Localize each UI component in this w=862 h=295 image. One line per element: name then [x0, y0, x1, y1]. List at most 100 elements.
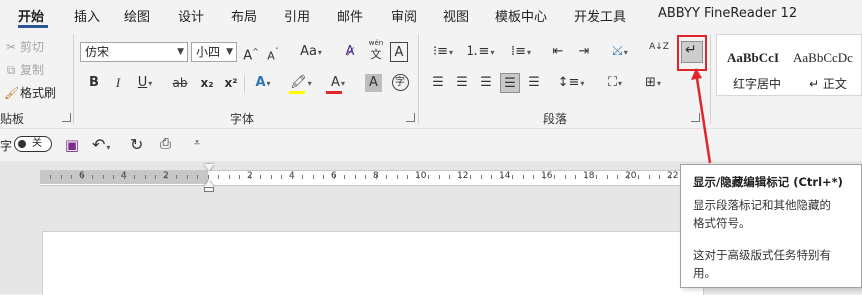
line-spacing-icon: ↕≡: [557, 75, 580, 90]
phonetic-guide-button[interactable]: wén 文: [366, 38, 386, 64]
style-sample: AaBbCcI: [727, 50, 780, 65]
quick-print-button[interactable]: ⎙: [160, 136, 171, 152]
tooltip: 显示/隐藏编辑标记 (Ctrl+*) 显示段落标记和其他隐藏的 格式符号。 这对…: [680, 164, 862, 288]
ribbon-tab-bar: 开始 插入 绘图 设计 布局 引用 邮件 审阅 视图 模板中心 开发工具 ABB…: [0, 0, 862, 28]
ruler-tick: [187, 175, 188, 179]
shrink-font-icon: A: [267, 49, 275, 63]
align-left-button[interactable]: ☰: [428, 73, 448, 93]
font-size-combo[interactable]: 小四 ▼: [191, 42, 237, 62]
multilevel-list-icon: ⁞≡: [510, 44, 526, 59]
multilevel-list-button[interactable]: ⁞≡▾: [504, 42, 538, 62]
clear-formatting-button[interactable]: A̷: [340, 42, 360, 62]
chevron-down-icon: ▼: [226, 47, 233, 57]
bullets-button[interactable]: ⁝≡▾: [428, 42, 458, 62]
left-indent-marker[interactable]: [204, 187, 214, 192]
ruler-tick: [617, 175, 618, 179]
tab-layout[interactable]: 布局: [231, 6, 257, 25]
chinese-layout-button[interactable]: ⤩▾: [604, 42, 636, 62]
font-dialog-launcher[interactable]: [406, 113, 415, 122]
tab-references[interactable]: 引用: [284, 6, 310, 25]
decrease-indent-button[interactable]: ⇤: [548, 42, 568, 62]
chinese-layout-icon: ⤩: [612, 44, 623, 59]
line-spacing-button[interactable]: ↕≡▾: [554, 73, 588, 93]
sort-button[interactable]: A↓Z: [648, 42, 670, 62]
cut-button[interactable]: ✂ 剪切: [4, 38, 44, 55]
font-color-button[interactable]: A▾: [324, 73, 352, 93]
font-name-combo[interactable]: 仿宋 ▼: [80, 42, 188, 62]
align-center-button[interactable]: ☰: [452, 73, 472, 93]
ruler-tick: [460, 175, 461, 179]
ruler-tick: [439, 175, 440, 179]
paragraph-shading-button[interactable]: ⛶▾: [600, 73, 630, 93]
increase-indent-button[interactable]: ⇥: [574, 42, 594, 62]
show-hide-marks-button[interactable]: ↵: [681, 41, 703, 63]
align-right-button[interactable]: ☰: [476, 73, 496, 93]
toggle-label: 关: [32, 138, 42, 149]
tab-draw[interactable]: 绘图: [124, 6, 150, 25]
annotation-arrow: [691, 68, 712, 164]
ruler-tick: [670, 175, 671, 179]
ruler-number: 18: [583, 171, 595, 181]
styles-gallery: AaBbCcI 红字居中 AaBbCcDc ↵ 正文: [716, 34, 862, 96]
ruler-tick: [239, 175, 240, 179]
ruler-tick: [166, 175, 167, 179]
tab-template-center[interactable]: 模板中心: [495, 6, 547, 25]
ruler-tick: [229, 175, 230, 179]
subscript-button[interactable]: x₂: [198, 73, 216, 93]
italic-button[interactable]: I: [110, 73, 126, 93]
highlight-color-button[interactable]: 🖍▾: [286, 73, 316, 93]
style-red-center[interactable]: AaBbCcI 红字居中: [717, 35, 787, 95]
justify-button[interactable]: ☰: [500, 73, 520, 93]
ruler-tick: [649, 175, 650, 179]
ruler-tick: [145, 175, 146, 179]
save-icon[interactable]: ▣: [64, 137, 80, 153]
tab-view[interactable]: 视图: [443, 6, 469, 25]
ruler-tick: [82, 175, 83, 179]
ruler-number: 22: [667, 171, 679, 181]
copy-button[interactable]: ⧉ 复制: [4, 61, 44, 78]
style-normal[interactable]: AaBbCcDc ↵ 正文: [789, 35, 862, 95]
ruler-tick: [554, 175, 555, 179]
strikethrough-button[interactable]: ab: [170, 73, 190, 93]
redo-button[interactable]: ↻: [130, 135, 143, 154]
grow-font-button[interactable]: A^: [242, 42, 260, 63]
underline-button[interactable]: U▾: [132, 73, 158, 93]
tab-developer[interactable]: 开发工具: [574, 6, 626, 25]
customize-qat-button[interactable]: ⩡: [194, 136, 200, 150]
borders-icon: ⊞: [645, 75, 656, 90]
tab-abbyy[interactable]: ABBYY FineReader 12: [658, 6, 797, 21]
undo-button[interactable]: ↶▾: [92, 135, 110, 154]
tab-insert[interactable]: 插入: [74, 6, 100, 25]
format-painter-button[interactable]: 🖌格式刷: [4, 84, 56, 101]
borders-button[interactable]: ⊞▾: [638, 73, 668, 93]
tab-mailings[interactable]: 邮件: [337, 6, 363, 25]
ruler-tick: [334, 175, 335, 179]
distributed-icon: ☰: [528, 75, 540, 90]
align-center-icon: ☰: [456, 75, 468, 90]
tab-home[interactable]: 开始: [18, 6, 44, 25]
shrink-font-button[interactable]: Aˇ: [264, 42, 282, 62]
hanging-indent-marker[interactable]: [204, 180, 214, 187]
text-effects-button[interactable]: A▾: [250, 73, 276, 93]
numbering-button[interactable]: ⒈≡▾: [464, 42, 496, 62]
ruler-tick: [71, 175, 72, 179]
document-page[interactable]: [42, 231, 704, 295]
bold-button[interactable]: B: [86, 73, 102, 93]
clipboard-dialog-launcher[interactable]: [62, 113, 71, 122]
character-border-button[interactable]: A: [390, 42, 408, 62]
ruler-tick: [92, 175, 93, 179]
autosave-toggle[interactable]: 关: [14, 136, 52, 152]
ruler-number: 16: [541, 171, 553, 181]
change-case-button[interactable]: Aa▾: [294, 42, 328, 62]
character-shading-button[interactable]: A: [365, 74, 382, 92]
ruler-tick: [418, 175, 419, 179]
first-line-indent-marker[interactable]: [204, 164, 214, 171]
tab-design[interactable]: 设计: [178, 6, 204, 25]
tab-review[interactable]: 审阅: [391, 6, 417, 25]
highlighter-icon: 🖍: [290, 75, 307, 90]
ruler-tick: [61, 175, 62, 179]
ruler-tick: [344, 175, 345, 179]
distributed-button[interactable]: ☰: [524, 73, 544, 93]
superscript-button[interactable]: x²: [222, 73, 240, 93]
enclose-characters-button[interactable]: 字: [390, 73, 410, 93]
